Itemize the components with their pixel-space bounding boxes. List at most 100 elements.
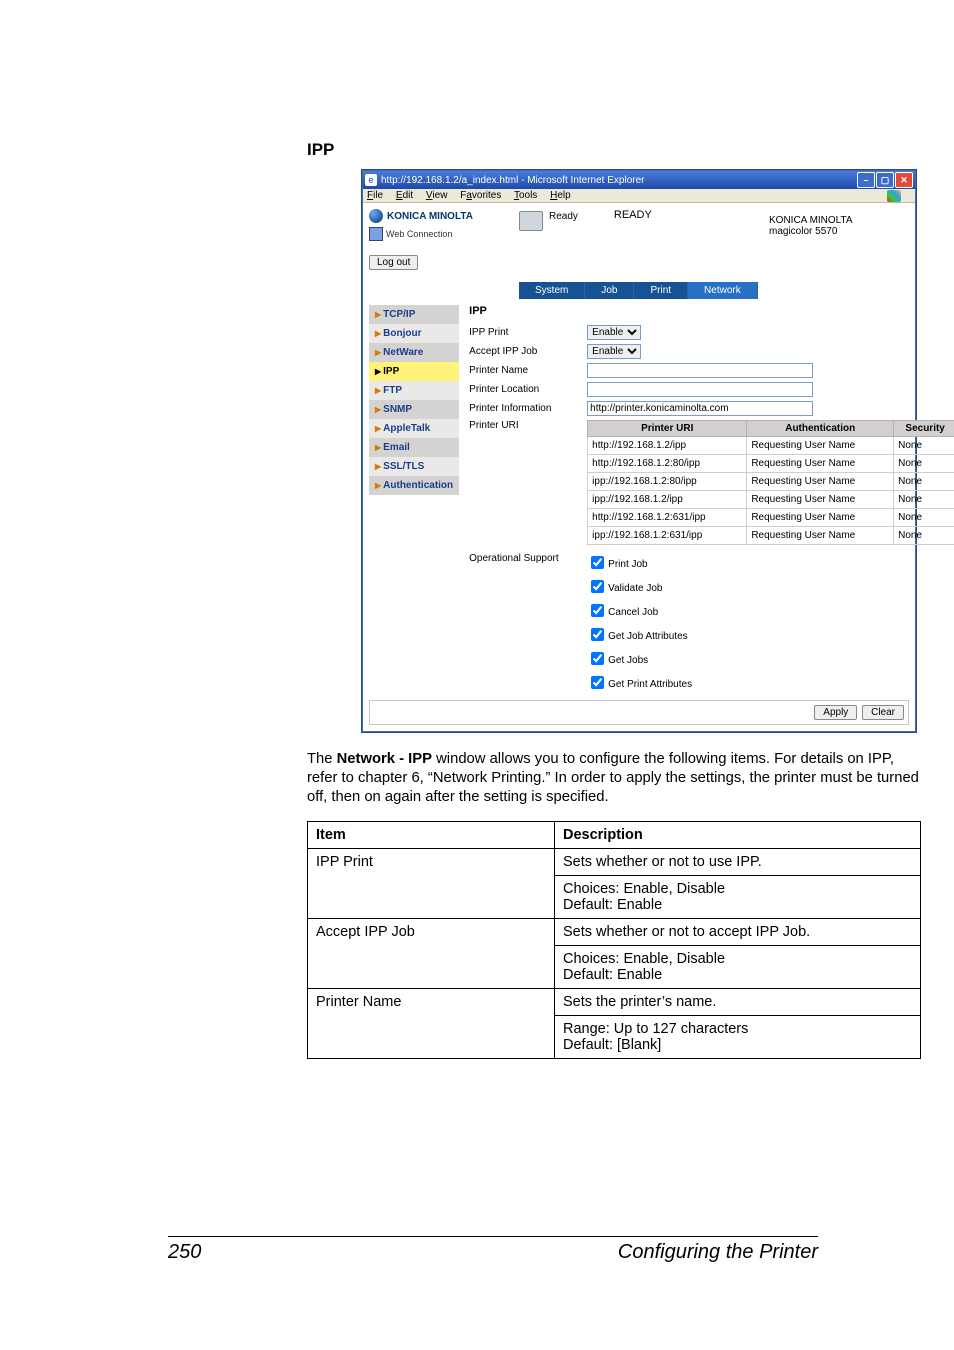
product-name: Web Connection bbox=[369, 227, 519, 241]
input-printer-name[interactable] bbox=[587, 363, 813, 378]
product-text: Web Connection bbox=[386, 229, 452, 239]
body-paragraph: The Network - IPP window allows you to c… bbox=[307, 750, 925, 807]
op-checkbox[interactable] bbox=[591, 580, 604, 593]
doc-item-cell: Printer Name bbox=[308, 988, 555, 1058]
doc-desc-cell: Sets whether or not to use IPP. bbox=[555, 848, 921, 875]
label-printer-name: Printer Name bbox=[469, 365, 587, 376]
minimize-button[interactable]: – bbox=[857, 172, 875, 188]
sec-cell: None bbox=[894, 455, 954, 473]
label-printer-info: Printer Information bbox=[469, 403, 587, 414]
web-page: KONICA MINOLTA Web Connection Log out Re… bbox=[363, 203, 915, 731]
menu-edit[interactable]: Edit bbox=[396, 190, 413, 201]
op-checkbox[interactable] bbox=[591, 604, 604, 617]
status-ready-small: Ready bbox=[549, 209, 578, 222]
sidebar-item-label: Authentication bbox=[383, 480, 453, 491]
op-checkbox[interactable] bbox=[591, 652, 604, 665]
menu-tools[interactable]: Tools bbox=[514, 190, 537, 201]
sidebar-item-ipp[interactable]: ▶IPP bbox=[369, 362, 459, 381]
sidebar-item-authentication[interactable]: ▶Authentication bbox=[369, 476, 459, 495]
logout-button[interactable]: Log out bbox=[369, 255, 418, 270]
triangle-icon: ▶ bbox=[375, 462, 381, 471]
tab-job[interactable]: Job bbox=[585, 282, 634, 299]
brand-globe-icon bbox=[369, 209, 383, 223]
label-accept-ipp: Accept IPP Job bbox=[469, 346, 587, 357]
window-title: http://192.168.1.2/a_index.html - Micros… bbox=[381, 175, 853, 186]
triangle-icon: ▶ bbox=[375, 424, 381, 433]
windows-flag-icon bbox=[887, 190, 901, 202]
main-tabs: System Job Print Network bbox=[519, 282, 909, 299]
select-ipp-print[interactable]: Enable bbox=[587, 325, 641, 340]
table-row: ipp://192.168.1.2:631/ippRequesting User… bbox=[588, 527, 954, 545]
sidebar-item-tcp-ip[interactable]: ▶TCP/IP bbox=[369, 305, 459, 324]
sidebar-item-bonjour[interactable]: ▶Bonjour bbox=[369, 324, 459, 343]
sidebar-item-label: Bonjour bbox=[383, 328, 421, 339]
browser-window: e http://192.168.1.2/a_index.html - Micr… bbox=[362, 170, 916, 732]
label-printer-location: Printer Location bbox=[469, 384, 587, 395]
apply-button[interactable]: Apply bbox=[814, 705, 857, 720]
doc-table: Item Description IPP PrintSets whether o… bbox=[307, 821, 921, 1059]
sidebar-item-ssl-tls[interactable]: ▶SSL/TLS bbox=[369, 457, 459, 476]
triangle-icon: ▶ bbox=[375, 405, 381, 414]
op-item: Get Job Attributes bbox=[587, 625, 692, 644]
menu-view[interactable]: View bbox=[426, 190, 448, 201]
doc-item-cell: IPP Print bbox=[308, 848, 555, 918]
triangle-icon: ▶ bbox=[375, 310, 381, 319]
select-accept-ipp[interactable]: Enable bbox=[587, 344, 641, 359]
close-button[interactable]: ✕ bbox=[895, 172, 913, 188]
tab-print[interactable]: Print bbox=[634, 282, 688, 299]
page-number: 250 bbox=[168, 1241, 201, 1264]
uri-th-uri: Printer URI bbox=[588, 421, 747, 437]
sidebar-item-email[interactable]: ▶Email bbox=[369, 438, 459, 457]
triangle-icon: ▶ bbox=[375, 386, 381, 395]
table-row: http://192.168.1.2:80/ippRequesting User… bbox=[588, 455, 954, 473]
sidebar-item-snmp[interactable]: ▶SNMP bbox=[369, 400, 459, 419]
sidebar-item-label: TCP/IP bbox=[383, 309, 415, 320]
uri-th-auth: Authentication bbox=[747, 421, 894, 437]
sidebar-item-label: AppleTalk bbox=[383, 423, 430, 434]
op-checkbox[interactable] bbox=[591, 676, 604, 689]
input-printer-info[interactable] bbox=[587, 401, 813, 416]
maximize-button[interactable]: ▢ bbox=[876, 172, 894, 188]
status-ready-big: READY bbox=[614, 209, 652, 221]
sec-cell: None bbox=[894, 491, 954, 509]
menu-file[interactable]: File bbox=[367, 190, 383, 201]
para-pre: The bbox=[307, 751, 337, 767]
sidebar-item-netware[interactable]: ▶NetWare bbox=[369, 343, 459, 362]
uri-cell: ipp://192.168.1.2:631/ipp bbox=[588, 527, 747, 545]
auth-cell: Requesting User Name bbox=[747, 509, 894, 527]
sidebar-item-label: SSL/TLS bbox=[383, 461, 424, 472]
doc-desc-cell: Range: Up to 127 charactersDefault: [Bla… bbox=[555, 1015, 921, 1058]
op-checkbox[interactable] bbox=[591, 628, 604, 641]
form-area: IPP IPP Print Enable Accept IPP Job Enab… bbox=[459, 305, 954, 692]
menu-help[interactable]: Help bbox=[550, 190, 571, 201]
uri-cell: ipp://192.168.1.2/ipp bbox=[588, 491, 747, 509]
doc-desc-cell: Choices: Enable, DisableDefault: Enable bbox=[555, 875, 921, 918]
sec-cell: None bbox=[894, 473, 954, 491]
tab-system[interactable]: System bbox=[519, 282, 585, 299]
table-row: ipp://192.168.1.2:80/ippRequesting User … bbox=[588, 473, 954, 491]
apply-row: Apply Clear bbox=[369, 700, 909, 725]
uri-cell: http://192.168.1.2:631/ipp bbox=[588, 509, 747, 527]
sidebar-item-appletalk[interactable]: ▶AppleTalk bbox=[369, 419, 459, 438]
doc-th-desc: Description bbox=[555, 821, 921, 848]
input-printer-location[interactable] bbox=[587, 382, 813, 397]
doc-desc-cell: Choices: Enable, DisableDefault: Enable bbox=[555, 945, 921, 988]
uri-th-sec: Security bbox=[894, 421, 954, 437]
clear-button[interactable]: Clear bbox=[862, 705, 904, 720]
op-label: Get Job Attributes bbox=[608, 631, 688, 642]
triangle-icon: ▶ bbox=[375, 329, 381, 338]
doc-th-item: Item bbox=[308, 821, 555, 848]
op-checkbox[interactable] bbox=[591, 556, 604, 569]
table-row: ipp://192.168.1.2/ippRequesting User Nam… bbox=[588, 491, 954, 509]
side-nav: ▶TCP/IP▶Bonjour▶NetWare▶IPP▶FTP▶SNMP▶App… bbox=[369, 305, 459, 495]
sidebar-item-ftp[interactable]: ▶FTP bbox=[369, 381, 459, 400]
form-title: IPP bbox=[469, 305, 954, 317]
menu-favorites[interactable]: Favorites bbox=[460, 190, 501, 201]
op-label: Validate Job bbox=[608, 583, 662, 594]
triangle-icon: ▶ bbox=[375, 367, 381, 376]
uri-cell: http://192.168.1.2/ipp bbox=[588, 437, 747, 455]
window-buttons: – ▢ ✕ bbox=[857, 172, 913, 188]
tab-network[interactable]: Network bbox=[688, 282, 758, 299]
footer: 250 Configuring the Printer bbox=[168, 1236, 818, 1264]
brand-logo: KONICA MINOLTA bbox=[369, 209, 519, 223]
